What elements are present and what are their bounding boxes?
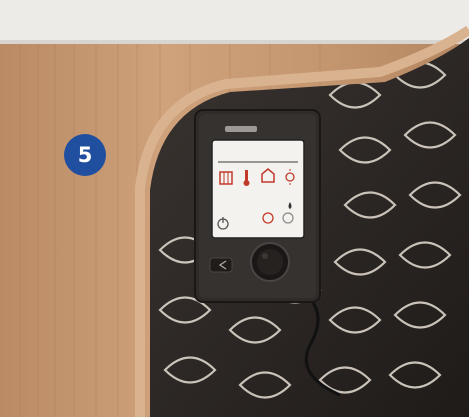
ceiling (0, 0, 469, 44)
display-screen (211, 139, 305, 239)
step-number-badge: 5 (64, 134, 106, 176)
photo-scene (0, 0, 469, 417)
